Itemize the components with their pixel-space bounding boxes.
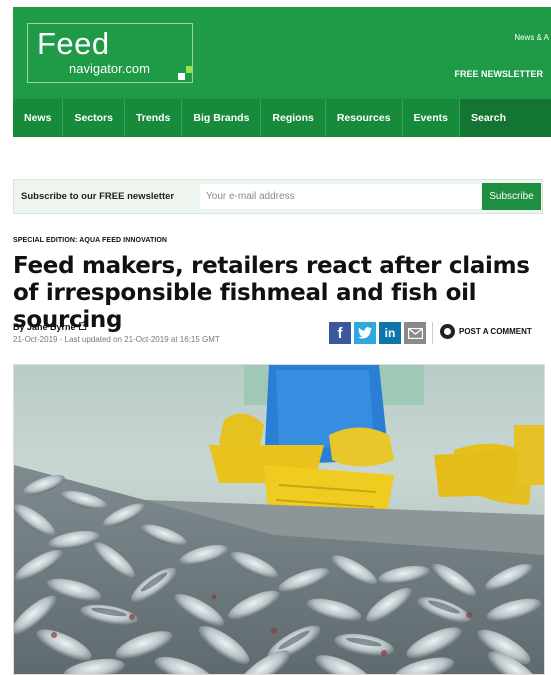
nav-trends[interactable]: Trends: [125, 99, 183, 137]
site-header: Feed navigator.com News & A FREE NEWSLET…: [13, 7, 551, 137]
site-logo[interactable]: Feed navigator.com: [27, 23, 193, 83]
article-hero-photo: [13, 364, 545, 675]
envelope-icon: [407, 327, 423, 339]
author-name[interactable]: By Jane Byrne: [13, 322, 76, 332]
logo-square-white: [178, 73, 185, 80]
linkedin-share-button[interactable]: in: [379, 322, 401, 344]
nav-big-brands[interactable]: Big Brands: [182, 99, 262, 137]
share-buttons: f in: [329, 322, 426, 344]
nav-events[interactable]: Events: [403, 99, 460, 137]
article-byline: By Jane Byrne: [13, 320, 88, 332]
fish-processing-photo: [14, 365, 544, 674]
nav-sectors[interactable]: Sectors: [63, 99, 125, 137]
logo-feed-text: Feed: [37, 26, 110, 61]
logo-square-lime: [186, 66, 193, 73]
article-headline: Feed makers, retailers react after claim…: [13, 253, 530, 333]
newsletter-label: Subscribe to our FREE newsletter: [21, 191, 175, 202]
article-kicker[interactable]: SPECIAL EDITION: AQUA FEED INNOVATION: [13, 237, 167, 244]
nav-regions[interactable]: Regions: [261, 99, 326, 137]
article-dateline: 21-Oct-2019 - Last updated on 21-Oct-201…: [13, 335, 220, 344]
twitter-share-button[interactable]: [354, 322, 376, 344]
main-nav: News Sectors Trends Big Brands Regions R…: [13, 99, 551, 137]
facebook-share-button[interactable]: f: [329, 322, 351, 344]
header-news-link[interactable]: News & A: [514, 33, 549, 42]
nav-news[interactable]: News: [13, 99, 64, 137]
subscribe-button[interactable]: Subscribe: [482, 183, 541, 210]
email-share-button[interactable]: [404, 322, 426, 344]
logo-domain-text: navigator.com: [69, 61, 150, 76]
external-link-icon[interactable]: [78, 320, 88, 332]
linkedin-icon: in: [384, 326, 396, 340]
nav-resources[interactable]: Resources: [326, 99, 403, 137]
nav-search[interactable]: Search: [459, 99, 551, 137]
twitter-icon: [358, 327, 372, 339]
newsletter-signup: Subscribe to our FREE newsletter Subscri…: [13, 179, 543, 214]
share-divider: [432, 322, 433, 344]
facebook-icon: f: [337, 324, 343, 342]
post-comment-link[interactable]: POST A COMMENT: [440, 324, 532, 339]
comment-bubble-icon: [440, 324, 455, 339]
post-comment-label: POST A COMMENT: [459, 327, 532, 336]
email-input[interactable]: [200, 184, 481, 209]
header-free-newsletter-link[interactable]: FREE NEWSLETTER: [454, 69, 543, 79]
